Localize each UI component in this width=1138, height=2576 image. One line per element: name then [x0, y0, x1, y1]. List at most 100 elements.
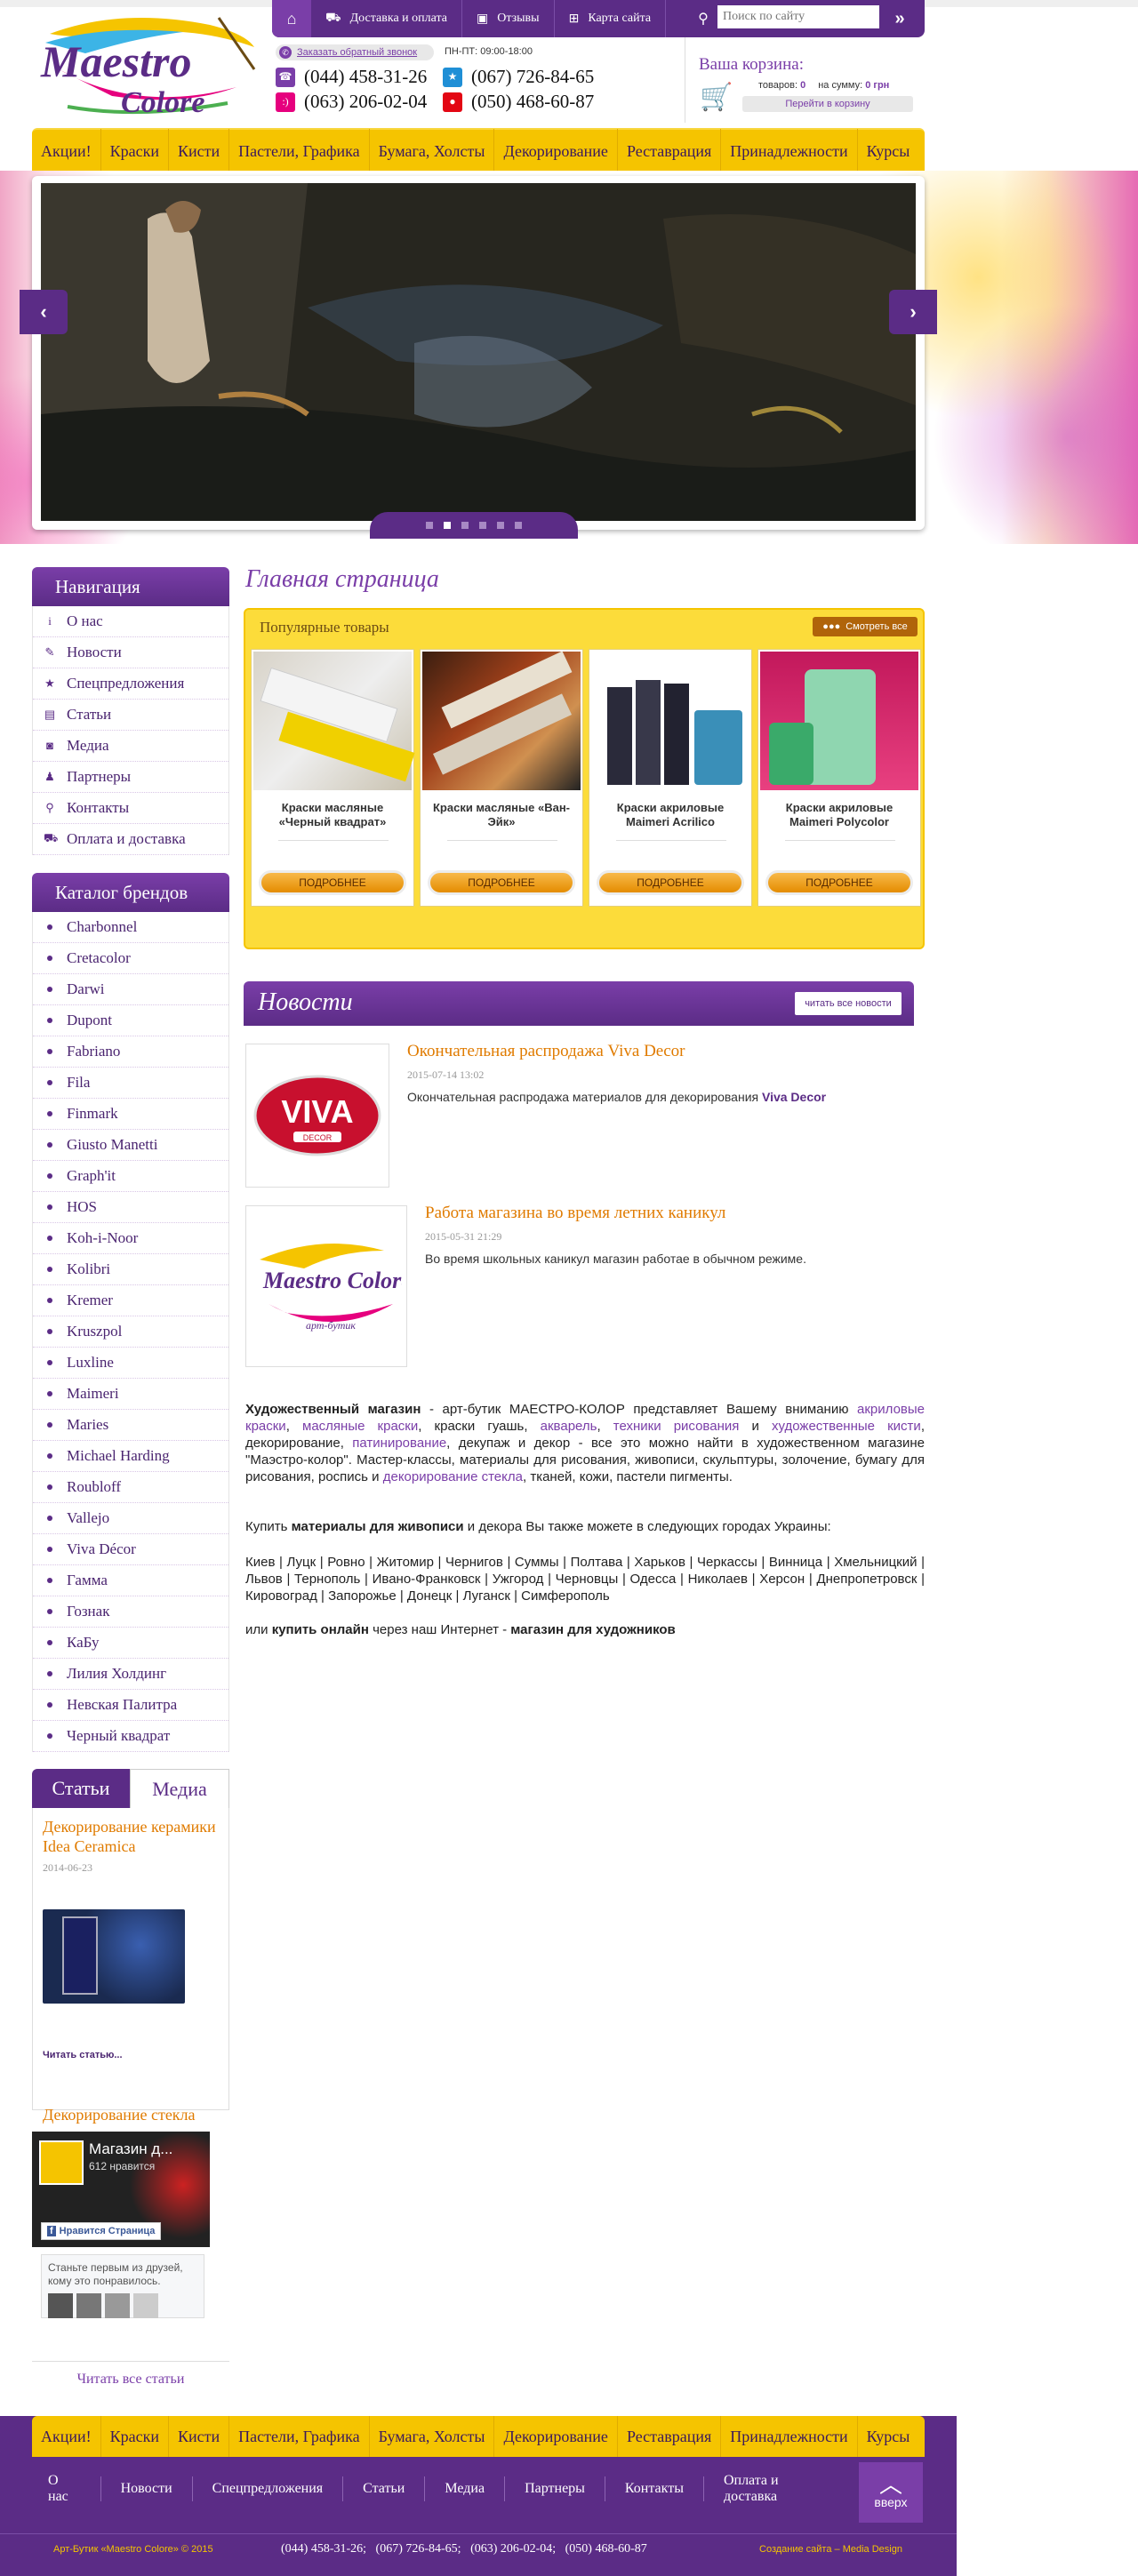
- footer-link[interactable]: Спецпредложения: [193, 2476, 344, 2501]
- details-button[interactable]: ПОДРОБНЕЕ: [259, 870, 406, 895]
- see-all-button[interactable]: ●●● Смотреть все: [813, 617, 918, 636]
- slider-dot[interactable]: [444, 522, 451, 529]
- brand-item[interactable]: Vallejo: [33, 1503, 228, 1534]
- topnav-sitemap[interactable]: ⊞ Карта сайта: [555, 0, 667, 37]
- brand-item[interactable]: Finmark: [33, 1099, 228, 1130]
- phone-3[interactable]: (063) 206-02-04: [304, 91, 427, 113]
- scroll-to-top-button[interactable]: ︿ вверх: [859, 2462, 923, 2523]
- brand-item[interactable]: Kolibri: [33, 1254, 228, 1285]
- facebook-page-name[interactable]: Магазин д...: [89, 2140, 172, 2158]
- all-news-button[interactable]: читать все новости: [795, 992, 902, 1015]
- brand-item[interactable]: Darwi: [33, 974, 228, 1005]
- brand-item[interactable]: Лилия Холдинг: [33, 1659, 228, 1690]
- menu-item[interactable]: Декорирование: [494, 129, 618, 173]
- footer-link[interactable]: Медиа: [425, 2476, 506, 2501]
- brand-item[interactable]: Charbonnel: [33, 912, 228, 943]
- sidebar-item-partners[interactable]: ♟ Партнеры: [33, 762, 228, 793]
- seo-link[interactable]: акварель: [541, 1419, 597, 1434]
- footer-link[interactable]: Партнеры: [505, 2476, 605, 2501]
- menu-item[interactable]: Декорирование: [494, 2416, 618, 2457]
- news-thumbnail[interactable]: Maestro Colore арт-бутик: [245, 1205, 407, 1367]
- go-to-cart-button[interactable]: Перейти в корзину: [742, 96, 913, 112]
- news-text-bold[interactable]: Viva Decor: [762, 1090, 826, 1104]
- brand-item[interactable]: Kruszpol: [33, 1316, 228, 1348]
- sidebar-item-media[interactable]: ◙ Медиа: [33, 731, 228, 762]
- article-title[interactable]: Декорирование стекла: [43, 2105, 220, 2124]
- menu-item[interactable]: Краски: [101, 2416, 170, 2457]
- slider-dot[interactable]: [515, 522, 522, 529]
- slider-dot[interactable]: [497, 522, 504, 529]
- sidebar-item-delivery[interactable]: ⛟ Оплата и доставка: [33, 824, 228, 855]
- phone-4[interactable]: (050) 468-60-87: [471, 91, 594, 113]
- menu-item[interactable]: Кисти: [169, 2416, 230, 2457]
- brand-item[interactable]: Koh-i-Noor: [33, 1223, 228, 1254]
- slider-dot[interactable]: [461, 522, 469, 529]
- product-card[interactable]: Краски акриловые Maimeri Acrilico ПОДРОБ…: [589, 649, 752, 907]
- topnav-reviews[interactable]: ▣ Отзывы: [462, 0, 555, 37]
- brand-item[interactable]: Michael Harding: [33, 1441, 228, 1472]
- phone-1[interactable]: (044) 458-31-26: [304, 66, 427, 88]
- menu-item[interactable]: Пастели, Графика: [229, 2416, 370, 2457]
- slider-dot[interactable]: [479, 522, 486, 529]
- brand-item[interactable]: Dupont: [33, 1005, 228, 1036]
- sidebar-item-news[interactable]: ✎ Новости: [33, 637, 228, 668]
- search-submit-button[interactable]: »: [882, 0, 918, 37]
- brand-item[interactable]: Graph'it: [33, 1161, 228, 1192]
- facebook-like-button[interactable]: f Нравится Страница: [41, 2222, 162, 2240]
- news-title[interactable]: Окончательная распродажа Viva Decor: [407, 1042, 685, 1061]
- sidebar-item-about[interactable]: i О нас: [33, 606, 228, 637]
- brand-item[interactable]: Гамма: [33, 1565, 228, 1596]
- made-by-link[interactable]: Создание сайта – Media Design: [759, 2544, 902, 2555]
- brand-item[interactable]: Kremer: [33, 1285, 228, 1316]
- tab-articles[interactable]: Статьи: [32, 1769, 130, 1808]
- product-name[interactable]: Краски масляные «Черный квадрат»: [257, 801, 408, 829]
- details-button[interactable]: ПОДРОБНЕЕ: [597, 870, 744, 895]
- menu-item[interactable]: Бумага, Холсты: [370, 129, 495, 173]
- slider-prev-button[interactable]: ‹: [20, 290, 68, 334]
- footer-link[interactable]: Новости: [101, 2476, 193, 2501]
- footer-link[interactable]: Контакты: [605, 2476, 704, 2501]
- menu-item[interactable]: Принадлежности: [721, 129, 858, 173]
- menu-item[interactable]: Бумага, Холсты: [370, 2416, 495, 2457]
- sidebar-item-offers[interactable]: ★ Спецпредложения: [33, 668, 228, 700]
- seo-link[interactable]: масляные краски: [302, 1419, 418, 1434]
- menu-item[interactable]: Пастели, Графика: [229, 129, 370, 173]
- product-name[interactable]: Краски акриловые Maimeri Acrilico: [595, 801, 746, 829]
- menu-item[interactable]: Принадлежности: [721, 2416, 858, 2457]
- details-button[interactable]: ПОДРОБНЕЕ: [765, 870, 913, 895]
- callback-button[interactable]: ✆ Заказать обратный звонок: [276, 44, 434, 60]
- facebook-page-avatar[interactable]: [39, 2140, 84, 2185]
- sidebar-item-contacts[interactable]: ⚲ Контакты: [33, 793, 228, 824]
- brand-item[interactable]: Черный квадрат: [33, 1721, 228, 1752]
- home-icon[interactable]: ⌂: [272, 0, 311, 37]
- details-button[interactable]: ПОДРОБНЕЕ: [428, 870, 575, 895]
- article-title[interactable]: Декорирование керамики Idea Ceramica: [43, 1817, 220, 1856]
- product-card[interactable]: Краски масляные «Ван-Эйк» ПОДРОБНЕЕ: [420, 649, 583, 907]
- footer-link[interactable]: Статьи: [343, 2476, 426, 2501]
- brand-item[interactable]: Luxline: [33, 1348, 228, 1379]
- footer-link[interactable]: О нас: [32, 2473, 101, 2504]
- brand-item[interactable]: Гознак: [33, 1596, 228, 1628]
- read-article-link[interactable]: Читать статью...: [43, 2050, 123, 2060]
- news-thumbnail[interactable]: VIVA DECOR: [245, 1044, 389, 1188]
- product-card[interactable]: Краски масляные «Черный квадрат» ПОДРОБН…: [251, 649, 415, 907]
- article-thumbnail[interactable]: [43, 1909, 185, 2004]
- phone-2[interactable]: (067) 726-84-65: [471, 66, 594, 88]
- seo-link[interactable]: художественные кисти: [772, 1419, 921, 1434]
- product-card[interactable]: Краски акриловые Maimeri Polycolor ПОДРО…: [757, 649, 921, 907]
- news-title[interactable]: Работа магазина во время летних каникул: [425, 1204, 725, 1223]
- menu-item[interactable]: Реставрация: [618, 2416, 722, 2457]
- menu-item[interactable]: Кисти: [169, 129, 230, 173]
- menu-item[interactable]: Акции!: [32, 129, 101, 173]
- product-name[interactable]: Краски масляные «Ван-Эйк»: [426, 801, 577, 829]
- brand-item[interactable]: Cretacolor: [33, 943, 228, 974]
- menu-item[interactable]: Реставрация: [618, 129, 722, 173]
- brand-item[interactable]: Невская Палитра: [33, 1690, 228, 1721]
- brand-item[interactable]: HOS: [33, 1192, 228, 1223]
- product-name[interactable]: Краски акриловые Maimeri Polycolor: [764, 801, 915, 829]
- tab-media[interactable]: Медиа: [130, 1769, 229, 1808]
- brand-item[interactable]: Maimeri: [33, 1379, 228, 1410]
- menu-item[interactable]: Курсы: [858, 129, 919, 173]
- brand-item[interactable]: КаБу: [33, 1628, 228, 1659]
- brand-item[interactable]: Roubloff: [33, 1472, 228, 1503]
